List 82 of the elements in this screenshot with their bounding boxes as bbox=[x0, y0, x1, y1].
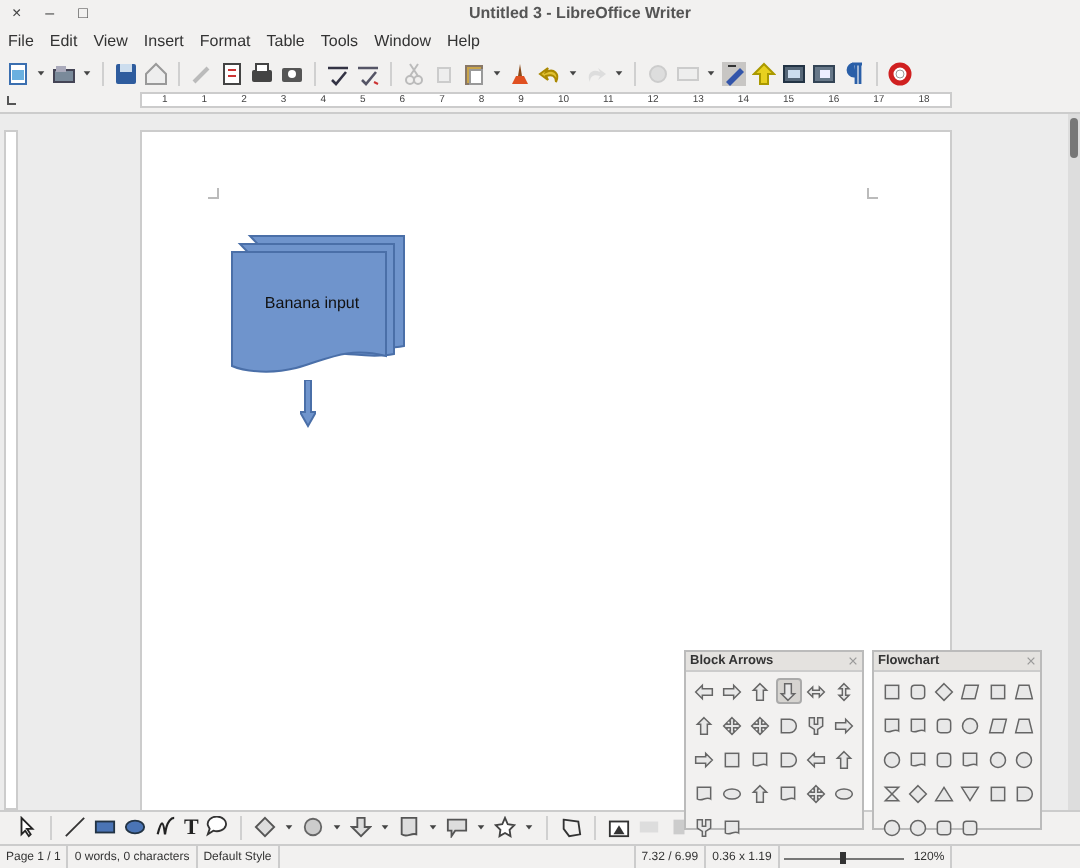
window-title: Untitled 3 - LibreOffice Writer bbox=[467, 1, 693, 26]
new-document-icon[interactable] bbox=[6, 61, 30, 86]
maximize-button[interactable]: □ bbox=[78, 3, 88, 24]
select-pointer-icon[interactable] bbox=[16, 816, 38, 839]
shape-button[interactable] bbox=[690, 746, 716, 772]
menu-item[interactable]: View bbox=[91, 29, 130, 54]
caret-icon[interactable] bbox=[380, 822, 391, 833]
menu-item[interactable]: Table bbox=[264, 29, 307, 54]
lifebuoy-icon[interactable] bbox=[888, 61, 912, 86]
menu-item[interactable]: File bbox=[6, 29, 36, 54]
menu-item[interactable]: Window bbox=[372, 29, 434, 54]
shape-button[interactable] bbox=[690, 678, 716, 704]
caret-icon[interactable] bbox=[82, 68, 92, 79]
callout-icon[interactable] bbox=[206, 816, 229, 839]
freeform-line-icon[interactable] bbox=[154, 816, 176, 839]
shape-button[interactable] bbox=[984, 746, 1011, 772]
close-button[interactable]: × bbox=[12, 3, 22, 24]
shape-button[interactable] bbox=[803, 746, 830, 772]
text-tool-button[interactable]: T bbox=[184, 815, 199, 840]
shape-button[interactable] bbox=[878, 814, 904, 840]
spellcheck-icon[interactable] bbox=[326, 61, 350, 86]
caret-icon[interactable] bbox=[524, 822, 535, 833]
gallery-icon[interactable] bbox=[782, 61, 806, 86]
vertical-scrollbar[interactable] bbox=[1068, 113, 1080, 810]
tab-stop-icon[interactable] bbox=[6, 95, 16, 106]
caret-icon[interactable] bbox=[568, 68, 578, 79]
caret-icon[interactable] bbox=[36, 68, 46, 79]
diamond-icon[interactable] bbox=[254, 816, 277, 839]
margin-corner-mark bbox=[866, 187, 878, 200]
open-folder-icon[interactable] bbox=[52, 61, 76, 86]
multi-document-shape[interactable] bbox=[230, 233, 410, 374]
pdf-icon[interactable] bbox=[220, 61, 244, 86]
ellipse-icon[interactable] bbox=[124, 816, 146, 839]
caret-icon[interactable] bbox=[492, 68, 502, 79]
speech-bubble-icon[interactable] bbox=[446, 816, 469, 839]
brush-icon[interactable] bbox=[508, 61, 532, 86]
zoom-slider[interactable] bbox=[783, 849, 904, 865]
clipboard-icon[interactable] bbox=[462, 61, 486, 86]
document-shape-icon[interactable] bbox=[398, 816, 421, 839]
shape-button[interactable] bbox=[718, 678, 745, 704]
shape-button[interactable] bbox=[803, 780, 830, 806]
star-icon[interactable] bbox=[494, 816, 517, 839]
shape-button[interactable] bbox=[746, 712, 773, 738]
caret-icon[interactable] bbox=[284, 822, 295, 833]
line-icon[interactable] bbox=[64, 816, 86, 839]
rectangle-icon[interactable] bbox=[94, 816, 116, 839]
caret-icon[interactable] bbox=[428, 822, 439, 833]
shape-button[interactable] bbox=[831, 746, 858, 772]
circle-icon[interactable] bbox=[302, 816, 325, 839]
caret-icon[interactable] bbox=[706, 68, 716, 79]
polygon-points-icon[interactable] bbox=[560, 816, 583, 839]
shape-button[interactable] bbox=[831, 712, 858, 738]
menu-item[interactable]: Insert bbox=[141, 29, 186, 54]
printer-icon[interactable] bbox=[250, 61, 274, 86]
save-icon[interactable] bbox=[114, 61, 138, 86]
shape-button[interactable] bbox=[690, 712, 716, 738]
minimize-button[interactable]: – bbox=[45, 3, 55, 24]
data-sources-icon[interactable] bbox=[812, 61, 836, 86]
shape-text: Banana input bbox=[262, 291, 362, 316]
pilcrow-icon[interactable] bbox=[842, 61, 866, 86]
shape-button[interactable] bbox=[904, 814, 931, 840]
shape-button[interactable] bbox=[957, 712, 984, 738]
menu-item[interactable]: Help bbox=[445, 29, 482, 54]
shape-button[interactable] bbox=[718, 712, 745, 738]
shape-button[interactable] bbox=[1011, 746, 1038, 772]
shape-button[interactable] bbox=[746, 780, 773, 806]
menu-item[interactable]: Tools bbox=[318, 29, 361, 54]
insert-image-icon[interactable] bbox=[608, 816, 631, 839]
down-arrow-icon[interactable] bbox=[350, 816, 373, 839]
slider-thumb[interactable] bbox=[840, 851, 847, 863]
caret-icon[interactable] bbox=[614, 68, 624, 79]
shape-button[interactable] bbox=[746, 678, 773, 704]
menu-item[interactable]: Edit bbox=[47, 29, 80, 54]
autospellcheck-icon[interactable] bbox=[356, 61, 380, 86]
shape-button[interactable] bbox=[775, 678, 801, 704]
draw-functions-icon[interactable] bbox=[722, 61, 746, 86]
down-arrow-shape[interactable] bbox=[300, 379, 316, 428]
margin-corner-mark bbox=[208, 187, 220, 200]
caret-icon[interactable] bbox=[476, 822, 487, 833]
menu-item[interactable]: Format bbox=[197, 29, 253, 54]
caret-icon[interactable] bbox=[332, 822, 343, 833]
shape-button[interactable] bbox=[878, 746, 904, 772]
